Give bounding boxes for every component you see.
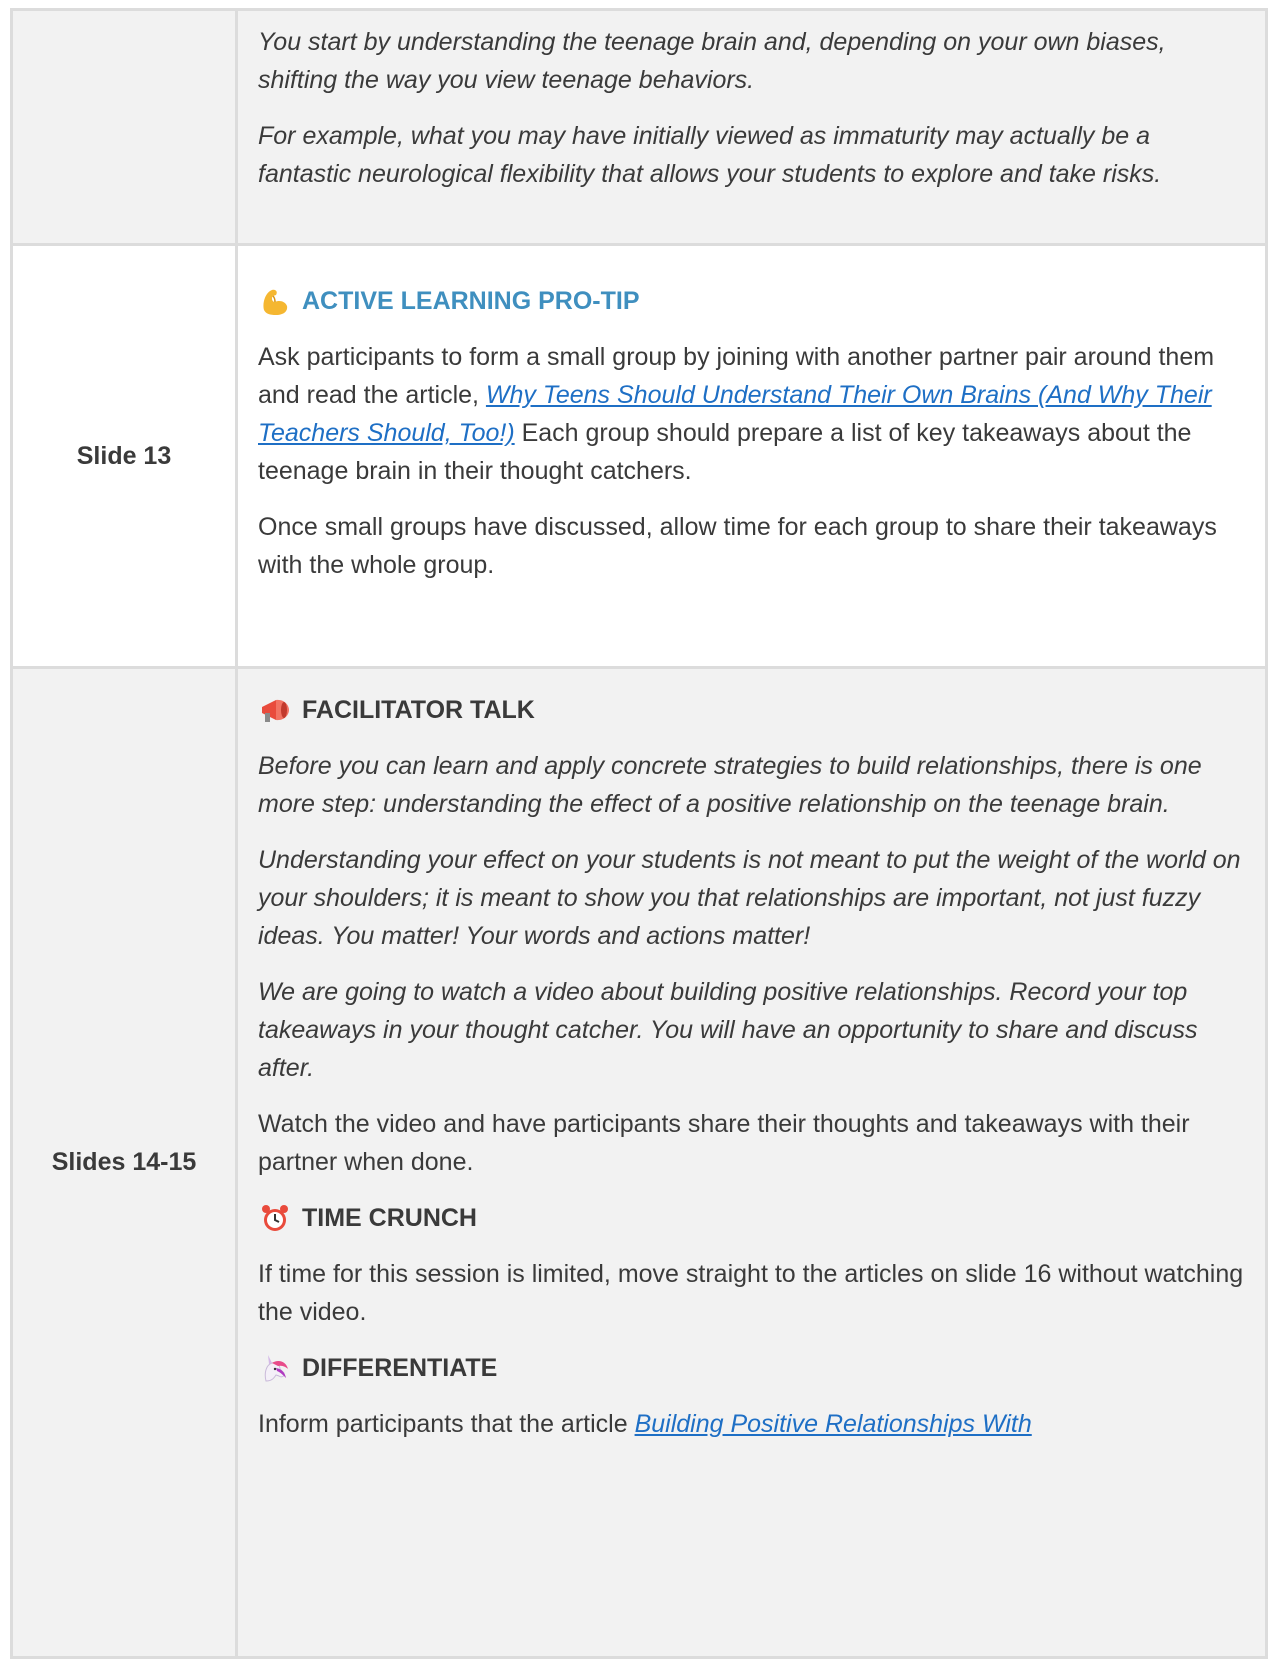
content-cell: You start by understanding the teenage b… [235,8,1268,246]
talk-paragraph: Before you can learn and apply concrete … [258,752,1202,818]
table-row: You start by understanding the teenage b… [10,8,1268,246]
unicorn-icon [258,1351,292,1385]
heading-text: DIFFERENTIATE [302,1354,498,1382]
slide-label [10,8,238,246]
heading-text: ACTIVE LEARNING PRO-TIP [302,287,640,315]
slide-label: Slide 13 [10,243,238,669]
instruction-paragraph: Watch the video and have participants sh… [258,1110,1190,1176]
instruction-paragraph: Inform participants that the article Bui… [258,1405,1245,1443]
table-row: Slide 13 ACTIVE LEARNING PRO-TIP Ask par… [10,243,1268,669]
talk-paragraph: Understanding your effect on your studen… [258,846,1241,950]
text-before-link: Inform participants that the article [258,1410,635,1438]
section-heading: DIFFERENTIATE [258,1349,1245,1387]
lesson-table: You start by understanding the teenage b… [10,8,1268,1659]
section-heading: FACILITATOR TALK [258,691,1245,729]
instruction-paragraph: Ask participants to form a small group b… [258,338,1245,490]
instruction-paragraph: Once small groups have discussed, allow … [258,513,1217,579]
heading-text: TIME CRUNCH [302,1204,477,1232]
content-cell: FACILITATOR TALK Before you can learn an… [235,666,1268,1659]
heading-text: FACILITATOR TALK [302,696,535,724]
article-link[interactable]: Building Positive Relationships With [635,1410,1032,1438]
flexed-biceps-icon [258,284,292,318]
section-heading: ACTIVE LEARNING PRO-TIP [258,282,1245,320]
content-cell: ACTIVE LEARNING PRO-TIP Ask participants… [235,243,1268,669]
instruction-paragraph: If time for this session is limited, mov… [258,1260,1244,1326]
talk-paragraph: We are going to watch a video about buil… [258,978,1198,1082]
slide-label: Slides 14-15 [10,666,238,1659]
talk-paragraph: For example, what you may have initially… [258,122,1162,188]
megaphone-icon [258,693,292,727]
table-row: Slides 14-15 FACILITATOR TALK Before you… [10,666,1268,1659]
alarm-clock-icon [258,1201,292,1235]
section-heading: TIME CRUNCH [258,1199,1245,1237]
talk-paragraph: You start by understanding the teenage b… [258,28,1166,94]
